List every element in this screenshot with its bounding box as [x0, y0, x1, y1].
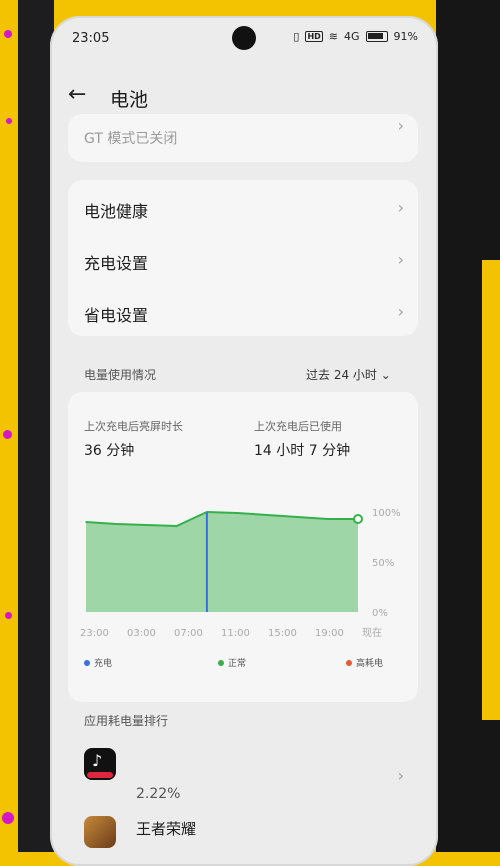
chart-area — [86, 512, 358, 612]
battery-percent: 91% — [393, 30, 418, 43]
data-point — [85, 521, 87, 523]
game-icon — [84, 816, 116, 848]
back-arrow-icon[interactable]: ← — [68, 84, 86, 106]
app-ranking-list: ♪ 2.22% › 王者荣耀 — [68, 728, 418, 848]
bg-dot — [2, 812, 14, 824]
app-ranking-label: 应用耗电量排行 — [84, 714, 169, 728]
usage-section-label: 电量使用情况 — [84, 368, 157, 382]
status-icons: ▯ HD ≋ 4G 91% — [293, 30, 418, 43]
wifi-icon: ≋ — [328, 30, 339, 43]
data-point — [326, 518, 329, 520]
legend-high: 高耗电 — [346, 656, 383, 669]
bg-dot — [4, 30, 12, 38]
menu-label: 充电设置 — [84, 254, 149, 273]
time-range-dropdown[interactable]: 过去 24 小时 ⌄ — [306, 366, 391, 383]
x-tick-label: 03:00 — [127, 628, 156, 639]
usage-card: 上次充电后亮屏时长 36 分钟 上次充电后已使用 14 小时 7 分钟 100%… — [68, 392, 418, 702]
battery-chart: 100% 50% 0% 23:00 03:00 07:00 11:00 15:00 19:00 现… — [80, 508, 401, 639]
chevron-right-icon: › — [397, 766, 404, 785]
legend-normal-dot — [218, 659, 224, 666]
menu-label: 省电设置 — [84, 306, 149, 325]
legend-charge-dot — [84, 659, 90, 666]
front-camera — [232, 26, 256, 50]
range-label: 过去 24 小时 — [306, 368, 377, 382]
legend-charge: 充电 — [84, 656, 112, 669]
data-point — [236, 512, 238, 514]
hd-icon: HD — [305, 31, 323, 42]
data-point — [175, 525, 178, 527]
x-tick-label: 19:00 — [315, 628, 344, 639]
battery-icon — [365, 31, 388, 42]
status-time: 23:05 — [72, 31, 110, 46]
y-tick-label: 50% — [372, 558, 394, 569]
screen-time-label: 上次充电后亮屏时长 — [84, 420, 183, 433]
legend-high-dot — [346, 659, 352, 666]
app-percent: 2.22% — [136, 786, 181, 802]
bg-dot — [3, 430, 12, 439]
page-title: 电池 — [110, 89, 149, 111]
tiktok-icon: ♪ — [84, 748, 116, 780]
y-tick-label: 0% — [372, 608, 388, 619]
data-point — [115, 523, 118, 525]
used-time-label: 上次充电后已使用 — [254, 420, 342, 433]
settings-menu: 电池健康 › 充电设置 › 省电设置 › — [68, 180, 418, 336]
app-name: 王者荣耀 — [136, 820, 197, 838]
legend-high-label: 高耗电 — [356, 659, 384, 669]
signal-icon: 4G — [344, 30, 360, 43]
y-tick-label: 100% — [372, 508, 401, 519]
chevron-down-icon: ⌄ — [380, 368, 391, 382]
legend-charge-label: 充电 — [94, 659, 113, 669]
status-bar: 23:05 ▯ HD ≋ 4G 91% — [50, 16, 438, 60]
background-wall — [482, 260, 500, 720]
menu-item-power-saving[interactable]: 省电设置 › — [68, 286, 418, 338]
menu-item-battery-health[interactable]: 电池健康 › — [68, 182, 418, 234]
x-tick-label: 23:00 — [80, 628, 109, 639]
data-point — [296, 516, 299, 518]
vibrate-icon: ▯ — [293, 30, 300, 43]
bg-dot — [5, 612, 12, 619]
chevron-right-icon: › — [397, 116, 404, 135]
menu-item-charge-settings[interactable]: 充电设置 › — [68, 234, 418, 286]
page-header: ← 电池 — [50, 80, 438, 114]
x-tick-label: 现在 — [362, 627, 382, 639]
background-stand — [18, 0, 54, 852]
x-tick-label: 15:00 — [268, 628, 297, 639]
x-tick-label: 07:00 — [174, 628, 203, 639]
data-point — [145, 524, 148, 526]
used-time-value: 14 小时 7 分钟 — [254, 443, 351, 459]
legend-normal-label: 正常 — [228, 659, 247, 669]
chevron-right-icon: › — [397, 302, 404, 321]
x-tick-label: 11:00 — [221, 628, 250, 639]
gt-mode-status: GT 模式已关闭 — [84, 131, 178, 147]
bg-dot — [6, 118, 12, 124]
menu-label: 电池健康 — [84, 202, 149, 221]
gt-mode-card[interactable]: GT 模式已关闭 › — [68, 114, 418, 162]
chevron-right-icon: › — [397, 250, 404, 269]
data-point — [266, 514, 269, 516]
phone-screen: 23:05 ▯ HD ≋ 4G 91% ← 电池 GT 模式已关闭 › 电池健康… — [50, 16, 438, 866]
data-point — [206, 511, 208, 513]
chevron-right-icon: › — [397, 198, 404, 217]
screen-time-value: 36 分钟 — [84, 443, 135, 459]
legend-normal: 正常 — [218, 656, 246, 669]
current-level-point — [353, 514, 363, 524]
